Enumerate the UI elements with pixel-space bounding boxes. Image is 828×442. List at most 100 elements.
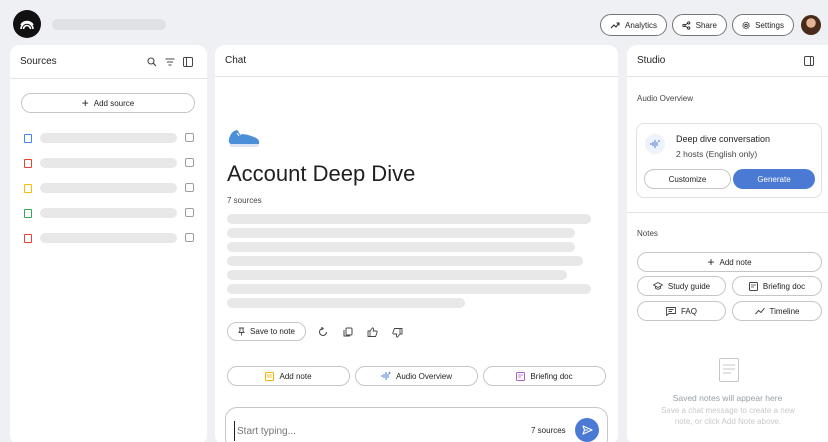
share-icon (682, 20, 691, 30)
audio-card-title: Deep dive conversation (676, 134, 771, 144)
notebook-title-placeholder[interactable] (52, 19, 166, 30)
chat-input[interactable] (234, 421, 484, 441)
summary-line-placeholder (227, 228, 575, 238)
notebook-logo-icon (20, 20, 34, 30)
source-row[interactable] (24, 182, 194, 194)
section-divider (627, 212, 828, 213)
source-checkbox[interactable] (185, 158, 194, 167)
audio-waveform-icon (650, 139, 660, 148)
study-guide-label: Study guide (667, 281, 711, 291)
pin-icon (238, 327, 245, 336)
pdf-icon (24, 233, 32, 243)
summary-line-placeholder (227, 214, 591, 224)
sheets-icon (24, 208, 32, 218)
study-guide-button[interactable]: Study guide (637, 276, 726, 296)
filter-sources-button[interactable] (161, 53, 179, 71)
timeline-icon (754, 307, 765, 315)
audio-overview-heading: Audio Overview (637, 94, 694, 103)
side-panel-icon (183, 56, 193, 67)
analytics-button[interactable]: Analytics (600, 14, 667, 36)
source-name-placeholder (40, 133, 177, 143)
suggestion-audio-overview-label: Audio Overview (395, 371, 453, 381)
collapse-sources-button[interactable] (179, 53, 197, 71)
user-avatar[interactable] (801, 15, 821, 35)
share-button[interactable]: Share (672, 14, 727, 36)
generate-button[interactable]: Generate (733, 169, 815, 189)
suggestion-add-note-button[interactable]: Add note (227, 366, 350, 386)
thumbs-up-button[interactable] (363, 323, 381, 341)
source-name-placeholder (40, 208, 177, 218)
chat-header: Chat (215, 45, 618, 77)
suggestion-audio-overview-button[interactable]: Audio Overview (355, 366, 478, 386)
generate-label: Generate (757, 174, 791, 184)
empty-notes-title: Saved notes will appear here (672, 393, 783, 403)
timeline-button[interactable]: Timeline (732, 301, 822, 321)
settings-button[interactable]: Settings (732, 14, 794, 36)
plus-icon: + (707, 255, 715, 269)
faq-button[interactable]: FAQ (637, 301, 726, 321)
source-row[interactable] (24, 232, 194, 244)
source-checkbox[interactable] (185, 183, 194, 192)
add-note-button[interactable]: + Add note (637, 252, 822, 272)
studio-briefing-doc-label: Briefing doc (762, 281, 806, 291)
search-sources-button[interactable] (143, 53, 161, 71)
add-note-label: Add note (719, 257, 752, 267)
chat-panel: Chat Account Deep Dive 7 sources Save to… (215, 45, 618, 442)
thumbs-down-button[interactable] (388, 324, 406, 342)
studio-title: Studio (637, 55, 666, 66)
suggestion-briefing-doc-button[interactable]: Briefing doc (483, 366, 606, 386)
summary-line-placeholder (227, 284, 591, 294)
suggestion-briefing-doc-label: Briefing doc (530, 371, 573, 381)
customize-button[interactable]: Customize (644, 169, 731, 189)
sneaker-icon (228, 130, 260, 147)
share-label: Share (695, 20, 717, 30)
side-panel-icon (804, 55, 814, 66)
copy-button[interactable] (339, 323, 357, 341)
slides-icon (24, 183, 32, 193)
save-to-note-button[interactable]: Save to note (227, 322, 306, 341)
collapse-studio-button[interactable] (800, 52, 818, 70)
audio-spark-icon (381, 371, 391, 380)
customize-label: Customize (668, 174, 707, 184)
notebook-title: Account Deep Dive (227, 161, 416, 186)
trending-up-icon (610, 22, 620, 29)
send-button[interactable] (575, 418, 599, 442)
source-checkbox[interactable] (185, 133, 194, 142)
source-checkbox[interactable] (185, 233, 194, 242)
pdf-icon (24, 158, 32, 168)
summary-line-placeholder (227, 298, 465, 308)
notes-heading: Notes (637, 229, 658, 238)
studio-briefing-doc-button[interactable]: Briefing doc (732, 276, 822, 296)
empty-notes-illustration (719, 358, 739, 387)
regenerate-button[interactable] (314, 323, 332, 341)
thumbs-up-icon (367, 327, 378, 337)
app-logo[interactable] (13, 10, 41, 38)
sticky-note-icon (265, 371, 275, 381)
faq-label: FAQ (680, 306, 697, 316)
add-source-button[interactable]: + Add source (21, 93, 195, 113)
copy-icon (343, 327, 353, 337)
timeline-label: Timeline (769, 306, 800, 316)
source-row[interactable] (24, 207, 194, 219)
audio-overview-card: Deep dive conversation 2 hosts (English … (636, 123, 822, 198)
source-row[interactable] (24, 132, 194, 144)
analytics-label: Analytics (624, 20, 657, 30)
chat-input-box: 7 sources (225, 407, 608, 442)
suggestion-add-note-label: Add note (279, 371, 312, 381)
thumbs-down-icon (391, 328, 402, 338)
send-icon (581, 425, 593, 435)
source-name-placeholder (40, 158, 177, 168)
refresh-icon (319, 327, 327, 336)
summary-line-placeholder (227, 270, 567, 280)
briefing-doc-icon (516, 371, 526, 381)
source-count: 7 sources (227, 196, 262, 205)
document-icon (719, 358, 739, 382)
sources-header: Sources (10, 45, 207, 79)
source-row[interactable] (24, 157, 194, 169)
source-checkbox[interactable] (185, 208, 194, 217)
sources-panel: Sources + Add source (10, 45, 207, 442)
settings-label: Settings (755, 20, 784, 30)
source-name-placeholder (40, 233, 177, 243)
gear-icon (742, 21, 750, 29)
summary-line-placeholder (227, 242, 575, 252)
